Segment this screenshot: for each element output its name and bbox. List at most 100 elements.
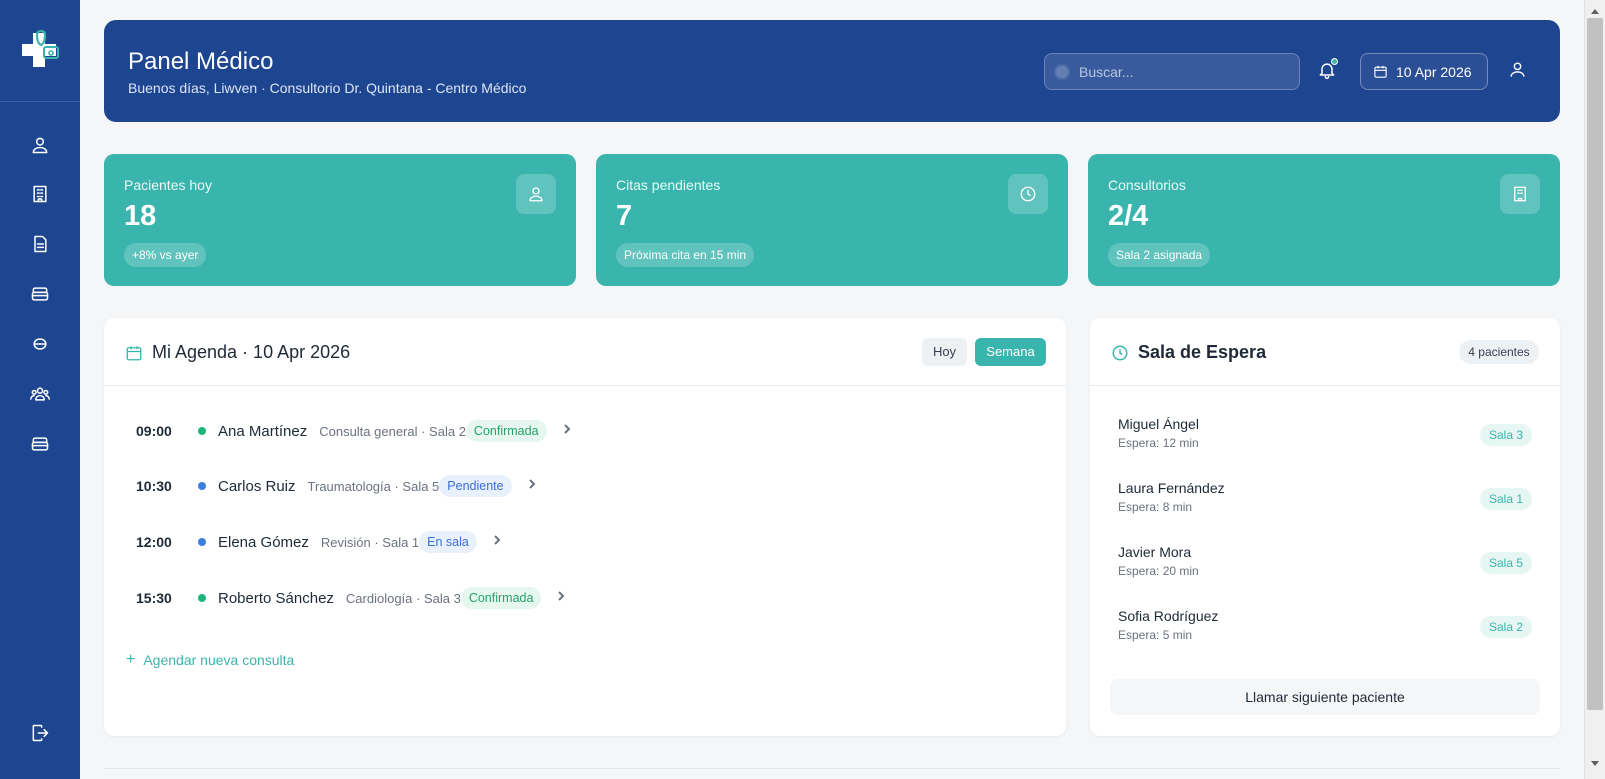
today-button[interactable]: Hoy [922,338,967,366]
building-icon [1514,186,1526,202]
page-title: Panel Médico [128,48,274,75]
new-appointment-label: Agendar nueva consulta [143,652,295,668]
search-box[interactable] [1044,53,1300,90]
appointment-time: 15:30 [136,590,172,606]
agenda-title: Mi Agenda · 10 Apr 2026 [152,342,351,362]
chevron-right-icon [526,477,538,495]
status-badge: En sala [419,531,477,553]
status-dot [198,594,206,602]
call-next-patient-button[interactable]: Llamar siguiente paciente [1110,679,1540,715]
chevron-right-icon [555,589,567,607]
pill-icon [33,338,47,350]
wait-time: Espera: 12 min [1118,436,1199,450]
stat-value: 7 [616,200,633,232]
date-selector[interactable]: 10 Apr 2026 [1360,53,1488,90]
appointment-row[interactable]: 09:00 Ana Martínez Consulta general · Sa… [136,417,573,445]
room-badge: Sala 2 [1479,616,1532,638]
stat-icon-box [516,174,556,214]
stat-pill: Sala 2 asignada [1108,243,1211,267]
page-subtitle: Buenos días, Liwven · Consultorio Dr. Qu… [128,80,527,96]
divider [104,768,1560,769]
sidebar-item-team[interactable] [24,378,56,410]
bed-icon [31,437,49,451]
clock-icon [1020,186,1036,202]
appointment-time: 09:00 [136,423,172,439]
waiting-patient[interactable]: Javier Mora Espera: 20 min Sala 5 [1118,544,1532,584]
plus-icon: + [126,651,136,668]
patient-count-badge: 4 pacientes [1459,340,1539,364]
logout-button[interactable] [24,717,56,749]
room-badge: Sala 1 [1479,488,1532,510]
stat-card-rooms: Consultorios 2/4 Sala 2 asignada [1088,154,1560,286]
agenda-panel: Mi Agenda · 10 Apr 2026 Hoy Semana 09:00… [104,318,1066,736]
patient-name: Carlos Ruiz [218,477,296,495]
scrollbar-thumb[interactable] [1587,18,1603,710]
app-logo[interactable] [0,0,80,102]
room-badge: Sala 5 [1479,552,1532,574]
status-dot [198,538,206,546]
stat-value: 2/4 [1108,200,1149,232]
appointment-time: 12:00 [136,534,172,550]
patient-name: Sofia Rodríguez [1118,608,1219,624]
sidebar-item-user[interactable] [24,129,56,161]
week-button[interactable]: Semana [975,338,1046,366]
patient-name: Elena Gómez [218,533,309,551]
wait-time: Espera: 20 min [1118,564,1199,578]
patient-name: Roberto Sánchez [218,589,334,607]
document-icon [34,235,47,253]
appointment-row[interactable]: 15:30 Roberto Sánchez Cardiología · Sala… [136,584,567,612]
wait-time: Espera: 5 min [1118,628,1193,642]
patient-name: Miguel Ángel [1118,416,1199,432]
appointment-meta: Consulta general · Sala 2 [319,423,466,439]
user-icon [1510,62,1525,77]
calendar-icon [125,344,143,362]
chevron-right-icon [491,533,503,551]
stat-label: Consultorios [1108,177,1186,193]
vertical-scrollbar[interactable] [1584,0,1605,779]
chevron-right-icon [561,422,573,440]
appointment-row[interactable]: 12:00 Elena Gómez Revisión · Sala 1 En s… [136,528,503,556]
scroll-down-arrow-icon[interactable] [1589,757,1601,771]
patient-name: Javier Mora [1118,544,1192,560]
stat-value: 18 [124,200,157,232]
waiting-room-title: Sala de Espera [1138,342,1267,362]
waiting-room-header: Sala de Espera 4 pacientes [1090,318,1560,386]
status-badge: Confirmada [465,420,547,442]
stat-pill: +8% vs ayer [124,243,207,267]
search-input[interactable] [1079,54,1289,89]
logout-icon [32,724,49,742]
agenda-header: Mi Agenda · 10 Apr 2026 Hoy Semana [104,318,1066,386]
stat-card-patients: Pacientes hoy 18 +8% vs ayer [104,154,576,286]
user-icon [32,137,48,154]
status-dot [198,482,206,490]
profile-button[interactable] [1508,60,1530,82]
appointment-meta: Revisión · Sala 1 [320,534,420,550]
stat-label: Citas pendientes [616,177,721,193]
sidebar-item-beds[interactable] [24,278,56,310]
search-icon [1055,65,1069,79]
appointment-meta: Traumatología · Sala 5 [307,478,440,494]
users-icon [30,387,50,401]
appointment-meta: Cardiología · Sala 3 [345,590,461,606]
new-appointment-link[interactable]: + Agendar nueva consulta [126,651,294,669]
waiting-patient[interactable]: Miguel Ángel Espera: 12 min Sala 3 [1118,416,1532,456]
stat-icon-box [1500,174,1540,214]
sidebar-item-documents[interactable] [24,228,56,260]
waiting-patient[interactable]: Sofia Rodríguez Espera: 5 min Sala 2 [1118,608,1532,648]
waiting-room-panel: Sala de Espera 4 pacientes Miguel Ángel … [1090,318,1560,736]
sidebar-item-rooms[interactable] [24,428,56,460]
bed-icon [31,287,49,301]
stat-pill: Próxima cita en 15 min [616,243,755,267]
stat-card-pending: Citas pendientes 7 Próxima cita en 15 mi… [596,154,1068,286]
status-badge: Confirmada [460,587,542,609]
stat-label: Pacientes hoy [124,177,212,193]
waiting-patient[interactable]: Laura Fernández Espera: 8 min Sala 1 [1118,480,1532,520]
notifications-button[interactable] [1317,58,1339,82]
medical-cross-logo-icon [22,29,59,67]
sidebar-item-building[interactable] [24,178,56,210]
scroll-up-arrow-icon[interactable] [1589,4,1601,18]
patient-name: Ana Martínez [218,422,308,440]
appointment-row[interactable]: 10:30 Carlos Ruiz Traumatología · Sala 5… [136,472,538,500]
wait-time: Espera: 8 min [1118,500,1193,514]
sidebar-item-medication[interactable] [24,328,56,360]
